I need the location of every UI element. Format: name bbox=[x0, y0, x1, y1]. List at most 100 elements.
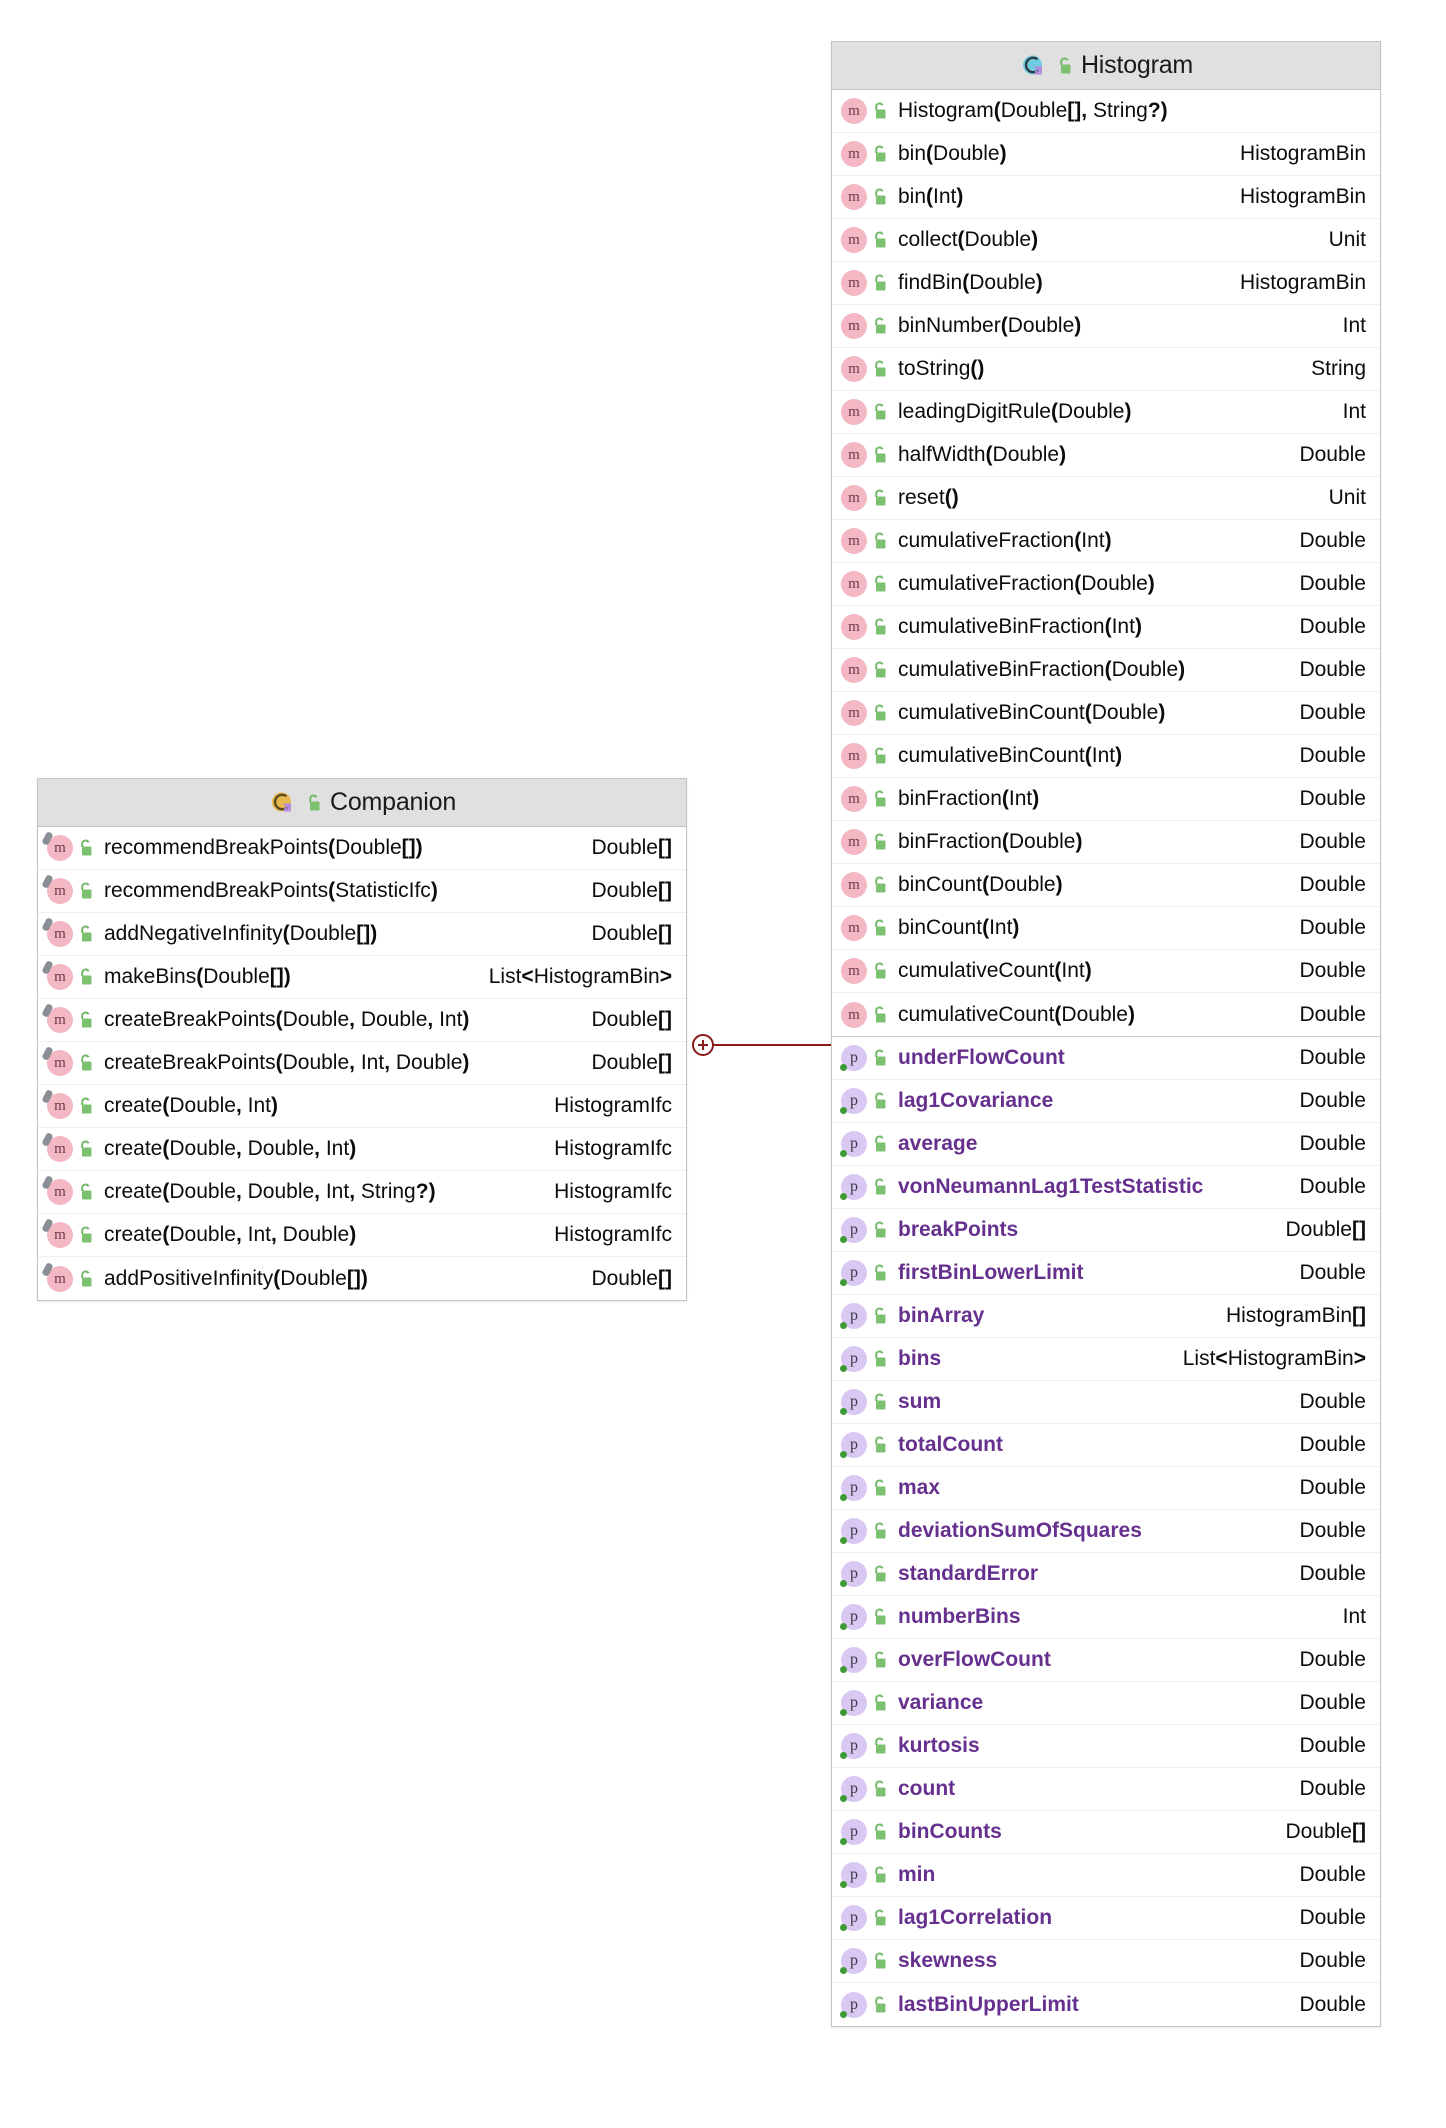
unlocked-padlock-icon bbox=[871, 143, 889, 165]
class-header-companion[interactable]: Companion bbox=[38, 779, 686, 827]
method-row[interactable]: m binCount(Int) Double bbox=[832, 907, 1380, 950]
class-box-companion[interactable]: Companion m recommendBreakPoints(Double[]… bbox=[37, 778, 687, 1301]
member-icons: p bbox=[840, 1346, 889, 1372]
nesting-connector-plus-icon[interactable] bbox=[692, 1034, 714, 1056]
method-row[interactable]: m toString() String bbox=[832, 348, 1380, 391]
member-type: Int bbox=[1342, 1605, 1366, 1628]
property-row[interactable]: p totalCount Double bbox=[832, 1424, 1380, 1467]
member-type: Double bbox=[1299, 529, 1366, 552]
property-row[interactable]: p bins List<HistogramBin> bbox=[832, 1338, 1380, 1381]
property-row[interactable]: p max Double bbox=[832, 1467, 1380, 1510]
property-row[interactable]: p lag1Correlation Double bbox=[832, 1897, 1380, 1940]
method-row[interactable]: m halfWidth(Double) Double bbox=[832, 434, 1380, 477]
method-row[interactable]: m collect(Double) Unit bbox=[832, 219, 1380, 262]
method-row[interactable]: m bin(Double) HistogramBin bbox=[832, 133, 1380, 176]
method-row[interactable]: m Histogram(Double[], String?) bbox=[832, 90, 1380, 133]
method-row[interactable]: m cumulativeFraction(Int) Double bbox=[832, 520, 1380, 563]
method-row[interactable]: m createBreakPoints(Double, Int, Double) D… bbox=[38, 1042, 686, 1085]
unlocked-padlock-icon bbox=[871, 917, 889, 939]
property-row[interactable]: p lag1Covariance Double bbox=[832, 1080, 1380, 1123]
method-row[interactable]: m create(Double, Double, Int) HistogramIfc bbox=[38, 1128, 686, 1171]
property-icon: p bbox=[840, 1303, 867, 1329]
property-row[interactable]: p vonNeumannLag1TestStatistic Double bbox=[832, 1166, 1380, 1209]
member-type: Double[] bbox=[591, 836, 672, 859]
property-row[interactable]: p deviationSumOfSquares Double bbox=[832, 1510, 1380, 1553]
method-row[interactable]: m findBin(Double) HistogramBin bbox=[832, 262, 1380, 305]
method-row[interactable]: m createBreakPoints(Double, Double, Int) D… bbox=[38, 999, 686, 1042]
property-row[interactable]: p overFlowCount Double bbox=[832, 1639, 1380, 1682]
property-row[interactable]: p firstBinLowerLimit Double bbox=[832, 1252, 1380, 1295]
member-name: halfWidth(Double) bbox=[898, 443, 1067, 466]
member-type: Double bbox=[1299, 1519, 1366, 1542]
property-row[interactable]: p binArray HistogramBin[] bbox=[832, 1295, 1380, 1338]
property-row[interactable]: p breakPoints Double[] bbox=[832, 1209, 1380, 1252]
method-row[interactable]: m cumulativeCount(Int) Double bbox=[832, 950, 1380, 993]
unlocked-padlock-icon bbox=[871, 1692, 889, 1714]
method-row[interactable]: m recommendBreakPoints(Double[]) Double[] bbox=[38, 827, 686, 870]
member-type: HistogramIfc bbox=[554, 1180, 672, 1203]
method-row[interactable]: m binNumber(Double) Int bbox=[832, 305, 1380, 348]
property-row[interactable]: p variance Double bbox=[832, 1682, 1380, 1725]
property-row[interactable]: p count Double bbox=[832, 1768, 1380, 1811]
member-name: binCount(Int) bbox=[898, 916, 1020, 939]
member-type: List<HistogramBin> bbox=[488, 965, 672, 988]
member-icons: m bbox=[841, 184, 889, 210]
method-row[interactable]: m bin(Int) HistogramBin bbox=[832, 176, 1380, 219]
method-icon: m bbox=[841, 614, 867, 640]
method-row[interactable]: m binFraction(Int) Double bbox=[832, 778, 1380, 821]
method-icon: m bbox=[841, 442, 867, 468]
member-icons: p bbox=[840, 1217, 889, 1243]
member-type: Double bbox=[1299, 830, 1366, 853]
member-icons: m bbox=[47, 1093, 95, 1119]
method-row[interactable]: m addNegativeInfinity(Double[]) Double[] bbox=[38, 913, 686, 956]
property-row[interactable]: p skewness Double bbox=[832, 1940, 1380, 1983]
member-type: Double[] bbox=[591, 1051, 672, 1074]
method-row[interactable]: m binFraction(Double) Double bbox=[832, 821, 1380, 864]
method-icon: m bbox=[841, 1001, 867, 1028]
member-name: vonNeumannLag1TestStatistic bbox=[898, 1175, 1204, 1198]
property-row[interactable]: p sum Double bbox=[832, 1381, 1380, 1424]
class-header-histogram[interactable]: Histogram bbox=[832, 42, 1380, 90]
nesting-connector-line bbox=[703, 1044, 833, 1046]
method-row[interactable]: m cumulativeCount(Double) Double bbox=[832, 993, 1380, 1036]
method-row[interactable]: m cumulativeBinCount(Int) Double bbox=[832, 735, 1380, 778]
member-section-methods: m recommendBreakPoints(Double[]) Double[] m… bbox=[38, 827, 686, 1300]
method-row[interactable]: m reset() Unit bbox=[832, 477, 1380, 520]
class-box-histogram[interactable]: Histogram m Histogram(Double[], String?) m… bbox=[831, 41, 1381, 2027]
property-row[interactable]: p lastBinUpperLimit Double bbox=[832, 1983, 1380, 2026]
property-icon: p bbox=[840, 1690, 867, 1716]
class-title: Histogram bbox=[1080, 51, 1194, 79]
property-row[interactable]: p kurtosis Double bbox=[832, 1725, 1380, 1768]
property-row[interactable]: p underFlowCount Double bbox=[832, 1037, 1380, 1080]
method-icon: m bbox=[841, 141, 867, 167]
property-row[interactable]: p binCounts Double[] bbox=[832, 1811, 1380, 1854]
unlocked-padlock-icon bbox=[871, 1004, 889, 1026]
property-row[interactable]: p average Double bbox=[832, 1123, 1380, 1166]
method-row[interactable]: m create(Double, Int) HistogramIfc bbox=[38, 1085, 686, 1128]
property-icon: p bbox=[840, 1045, 867, 1071]
method-row[interactable]: m create(Double, Double, Int, String?) His… bbox=[38, 1171, 686, 1214]
property-row[interactable]: p min Double bbox=[832, 1854, 1380, 1897]
member-name: addNegativeInfinity(Double[]) bbox=[104, 922, 378, 945]
member-name: cumulativeBinFraction(Double) bbox=[898, 658, 1186, 681]
method-row[interactable]: m cumulativeFraction(Double) Double bbox=[832, 563, 1380, 606]
method-row[interactable]: m cumulativeBinFraction(Int) Double bbox=[832, 606, 1380, 649]
property-row[interactable]: p numberBins Int bbox=[832, 1596, 1380, 1639]
method-row[interactable]: m create(Double, Int, Double) HistogramIfc bbox=[38, 1214, 686, 1257]
member-type: Double bbox=[1299, 658, 1366, 681]
member-type: Double bbox=[1299, 1992, 1366, 2016]
method-row[interactable]: m makeBins(Double[]) List<HistogramBin> bbox=[38, 956, 686, 999]
method-row[interactable]: m binCount(Double) Double bbox=[832, 864, 1380, 907]
method-row[interactable]: m leadingDigitRule(Double) Int bbox=[832, 391, 1380, 434]
method-row[interactable]: m cumulativeBinFraction(Double) Double bbox=[832, 649, 1380, 692]
method-row[interactable]: m cumulativeBinCount(Double) Double bbox=[832, 692, 1380, 735]
member-name: binFraction(Double) bbox=[898, 830, 1083, 853]
static-method-icon: m bbox=[47, 1007, 73, 1033]
method-row[interactable]: m addPositiveInfinity(Double[]) Double[] bbox=[38, 1257, 686, 1300]
property-row[interactable]: p standardError Double bbox=[832, 1553, 1380, 1596]
member-name: totalCount bbox=[898, 1433, 1003, 1456]
member-icons: m bbox=[47, 1136, 95, 1162]
unlocked-padlock-icon bbox=[871, 1864, 889, 1886]
method-icon: m bbox=[841, 743, 867, 769]
method-row[interactable]: m recommendBreakPoints(StatisticIfc) Doubl… bbox=[38, 870, 686, 913]
